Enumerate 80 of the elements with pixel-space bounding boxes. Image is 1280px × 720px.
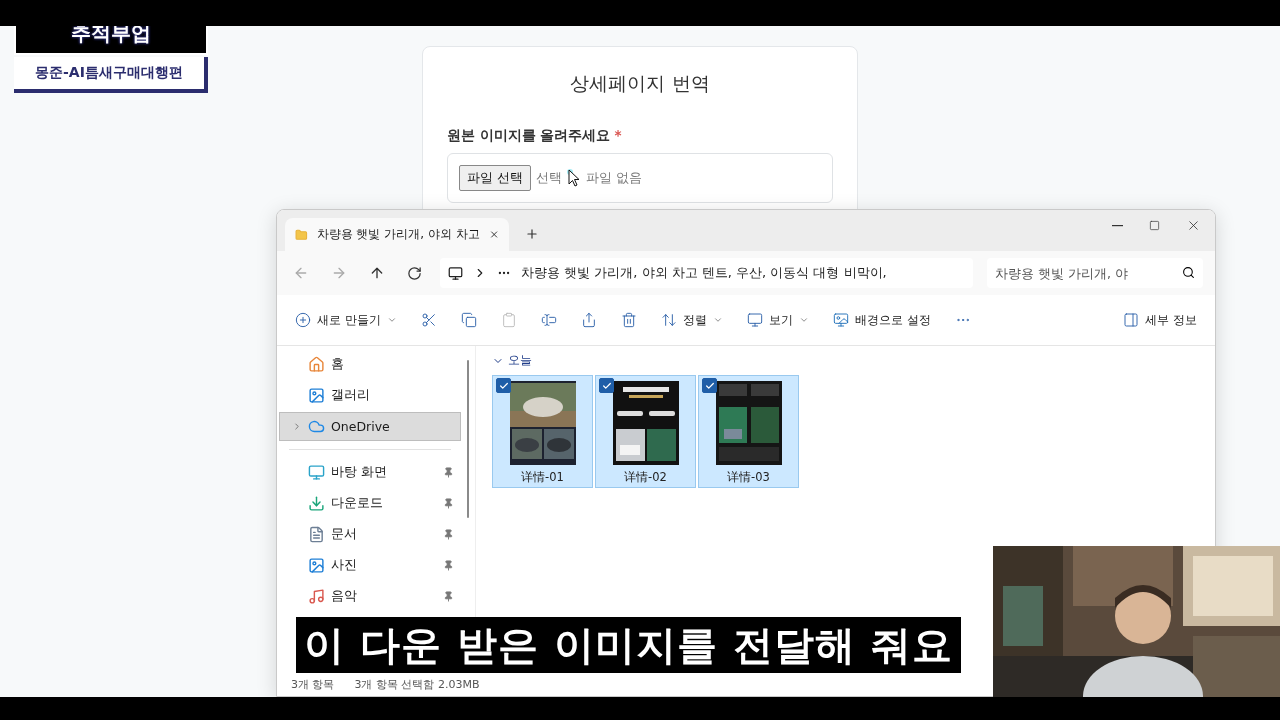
tab-title: 차량용 햇빛 가리개, 야외 차고 <box>316 226 480 243</box>
selection-checkbox[interactable] <box>599 378 614 393</box>
file-name: 详情-03 <box>727 470 770 485</box>
file-name: 详情-02 <box>624 470 667 485</box>
address-path: 차량용 햇빛 가리개, 야외 차고 텐트, 우산, 이동식 대형 비막이, <box>521 264 887 282</box>
text-cursor-icon <box>540 312 557 328</box>
sidebar-item[interactable]: 문서 <box>279 520 461 549</box>
sidebar-item[interactable]: 갤러리 <box>279 381 461 410</box>
search-field[interactable]: 차량용 햇빛 가리개, 야 <box>987 258 1203 288</box>
scrollbar-thumb[interactable] <box>467 360 469 518</box>
channel-subtitle: 몽준-AI틈새구매대행편 <box>14 57 208 93</box>
minimize-icon <box>1112 224 1123 227</box>
details-button[interactable]: 세부 정보 <box>1119 307 1201 333</box>
pin-icon <box>443 498 454 509</box>
folder-tab[interactable]: 차량용 햇빛 가리개, 야외 차고 <box>285 218 509 251</box>
new-button[interactable]: 새로 만들기 <box>291 307 401 333</box>
monitor-icon <box>448 265 463 281</box>
monitor-icon <box>746 312 763 328</box>
image-icon <box>308 387 325 404</box>
file-item[interactable]: 详情-03 <box>698 375 799 488</box>
file-status-text: 선택 <box>536 169 563 187</box>
selection-checkbox[interactable] <box>702 378 717 393</box>
group-header[interactable]: 오늘 <box>492 352 1199 369</box>
sidebar-item[interactable]: 사진 <box>279 551 461 580</box>
check-icon <box>601 380 612 391</box>
pin-icon <box>443 560 454 571</box>
set-background-button[interactable]: 배경으로 설정 <box>828 307 935 333</box>
file-status-text: 파일 없음 <box>586 169 643 187</box>
selection-info: 3개 항목 선택함 2.03MB <box>354 676 480 692</box>
sidebar-item[interactable]: 음악 <box>279 582 461 611</box>
trash-icon <box>620 312 637 328</box>
music-icon <box>308 588 325 605</box>
expand-icon <box>292 421 302 432</box>
scissors-icon <box>420 312 437 328</box>
maximize-icon <box>1149 220 1160 231</box>
close-icon <box>1186 218 1201 233</box>
cloud-icon <box>308 418 325 435</box>
caret-icon <box>386 315 397 325</box>
sort-arrows-icon <box>660 312 677 328</box>
form-title: 상세페이지 번역 <box>569 71 711 96</box>
view-button[interactable]: 보기 <box>742 307 813 333</box>
item-count: 3개 항목 <box>291 676 335 692</box>
refresh-icon <box>407 265 422 281</box>
image-icon <box>308 557 325 574</box>
subtitle-caption: 이 다운 받은 이미지를 전달해 줘요 <box>296 617 961 673</box>
check-icon <box>704 380 715 391</box>
share-icon <box>580 312 597 328</box>
picture-frame-icon <box>832 312 849 328</box>
sidebar-item[interactable]: 바탕 화면 <box>279 458 461 487</box>
sidebar-item[interactable]: 홈 <box>279 350 461 379</box>
caret-icon <box>712 315 723 325</box>
plus-icon <box>525 227 539 241</box>
sidebar-item[interactable]: OneDrive <box>279 412 461 441</box>
file-item[interactable]: 详情-01 <box>492 375 593 488</box>
download-icon <box>308 495 325 512</box>
pin-icon <box>443 467 454 478</box>
search-icon <box>1182 266 1195 279</box>
close-tab-icon <box>488 228 499 241</box>
forward-arrow-icon <box>331 265 347 281</box>
plus-circle-icon <box>295 312 311 328</box>
clipboard-icon <box>500 312 517 328</box>
check-icon <box>498 380 509 391</box>
sidebar-item[interactable]: 다운로드 <box>279 489 461 518</box>
document-icon <box>308 526 325 543</box>
pin-icon <box>443 529 454 540</box>
panel-icon <box>1123 312 1140 328</box>
file-item[interactable]: 详情-02 <box>595 375 696 488</box>
file-input-field[interactable]: 파일 선택 선택 파일 없음 <box>447 153 833 203</box>
selection-checkbox[interactable] <box>496 378 511 393</box>
mouse-cursor-icon <box>567 169 582 187</box>
sort-button[interactable]: 정렬 <box>656 307 727 333</box>
monitor-icon <box>308 464 325 481</box>
house-icon <box>308 356 325 373</box>
copy-icon <box>460 312 477 328</box>
field-label: 원본 이미지를 올려주세요 * <box>447 127 623 145</box>
pin-icon <box>443 591 454 602</box>
file-name: 详情-01 <box>521 470 564 485</box>
choose-file-button[interactable]: 파일 선택 <box>459 165 532 191</box>
caret-icon <box>798 315 809 325</box>
address-bar[interactable]: 차량용 햇빛 가리개, 야외 차고 텐트, 우산, 이동식 대형 비막이, <box>440 258 973 288</box>
